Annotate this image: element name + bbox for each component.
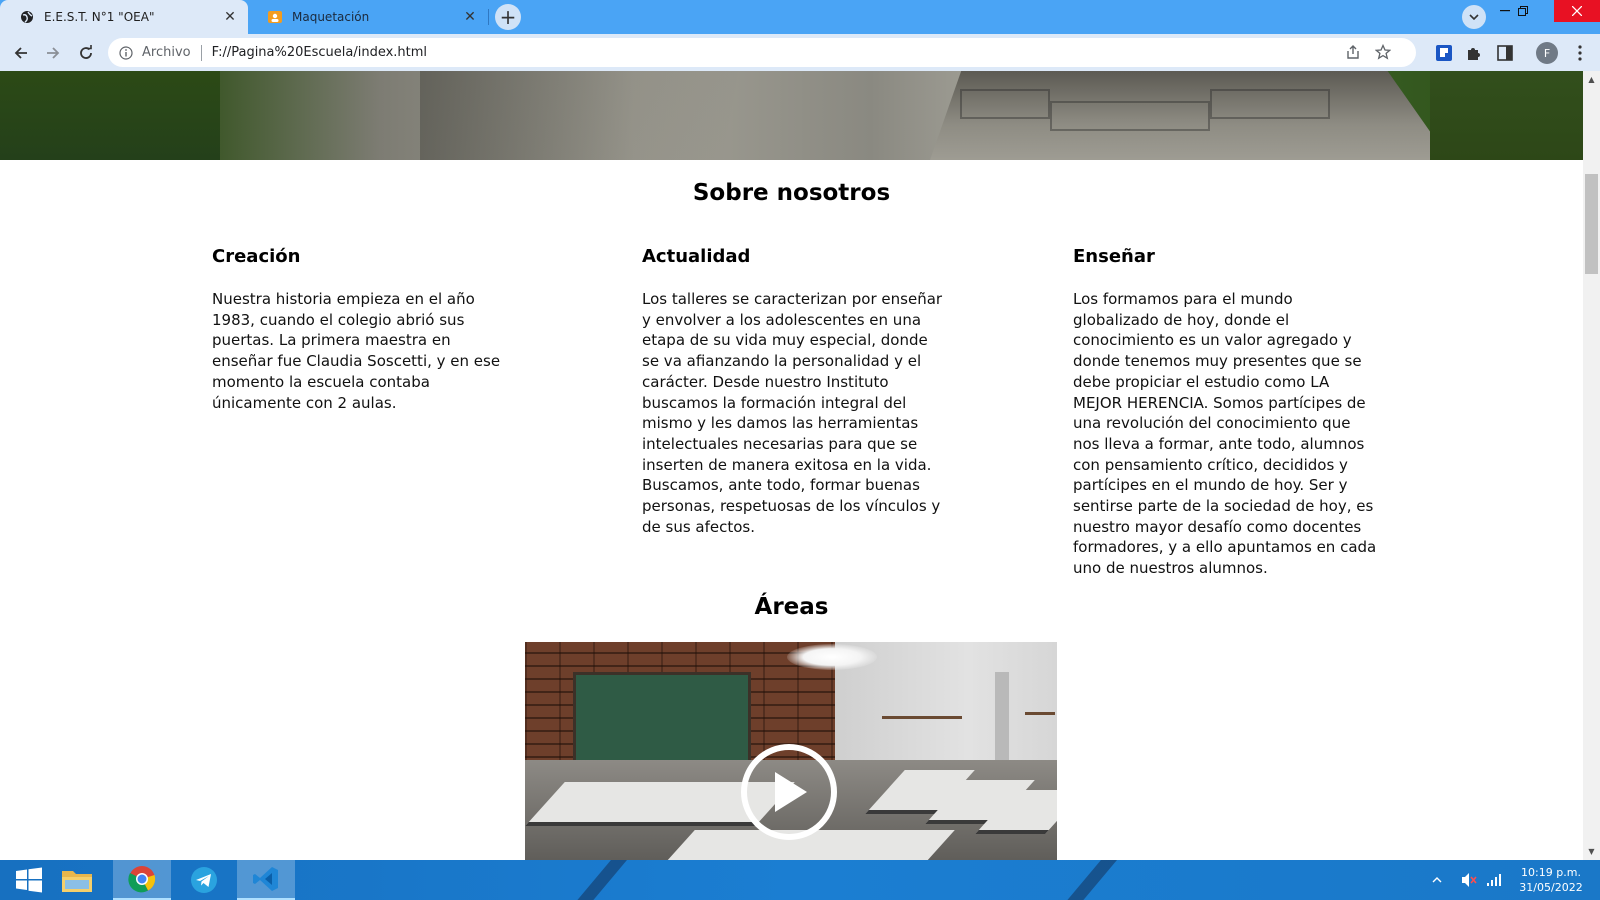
- windows-taskbar: 10:19 p.m. 31/05/2022: [0, 860, 1600, 900]
- file-explorer-button[interactable]: [48, 860, 106, 900]
- hero-tile: [1050, 101, 1210, 131]
- video-coat-hooks: [1025, 712, 1055, 715]
- tray-overflow-icon[interactable]: [1432, 860, 1442, 900]
- volume-muted-icon[interactable]: [1460, 860, 1478, 900]
- hero-grass-right: [1430, 71, 1583, 160]
- close-window-button[interactable]: [1554, 0, 1600, 22]
- video-chalkboard: [573, 672, 751, 764]
- chrome-icon: [128, 866, 156, 893]
- url-text[interactable]: F://Pagina%20Escuela/index.html: [212, 45, 1416, 60]
- hero-tile: [960, 89, 1050, 119]
- scroll-down-arrow-icon[interactable]: ▼: [1583, 843, 1600, 860]
- globe-icon: [20, 10, 34, 24]
- arrow-left-icon: [14, 47, 27, 59]
- scroll-thumb[interactable]: [1585, 174, 1598, 274]
- hero-grass-left: [0, 71, 220, 160]
- play-icon: [775, 772, 807, 812]
- browser-toolbar: Archivo F://Pagina%20Escuela/index.html …: [0, 34, 1600, 71]
- telegram-icon: [191, 867, 217, 893]
- play-button[interactable]: [741, 744, 837, 840]
- about-column-actualidad: Actualidad Los talleres se caracterizan …: [642, 246, 952, 537]
- areas-title: Áreas: [754, 594, 829, 620]
- close-tab-icon[interactable]: ✕: [462, 9, 478, 25]
- bookmark-star-icon[interactable]: [1374, 43, 1392, 61]
- about-column-creacion: Creación Nuestra historia empieza en el …: [212, 246, 522, 413]
- system-clock[interactable]: 10:19 p.m. 31/05/2022: [1506, 865, 1596, 895]
- classroom-icon: [268, 10, 282, 24]
- network-signal-icon[interactable]: [1486, 860, 1502, 900]
- column-text: Los formamos para el mundo globalizado d…: [1073, 290, 1377, 578]
- video-coat-hooks: [882, 716, 962, 719]
- scroll-up-arrow-icon[interactable]: ▲: [1583, 71, 1600, 88]
- omnibox-divider: [200, 44, 202, 61]
- areas-video[interactable]: [525, 642, 1057, 860]
- tab-separator: [488, 9, 489, 25]
- tab-title: Maquetación: [292, 10, 370, 24]
- chrome-taskbar-button[interactable]: [113, 860, 171, 900]
- tab-eest[interactable]: E.E.S.T. N°1 "OEA" ✕: [0, 0, 248, 34]
- address-bar[interactable]: Archivo F://Pagina%20Escuela/index.html: [108, 38, 1416, 67]
- puzzle-icon[interactable]: [1464, 43, 1484, 63]
- hero-tile: [1210, 89, 1330, 119]
- clock-date: 31/05/2022: [1519, 881, 1583, 894]
- close-icon: [1572, 6, 1582, 16]
- arrow-right-icon: [47, 47, 60, 59]
- profile-avatar[interactable]: F: [1536, 42, 1558, 64]
- share-icon[interactable]: [1344, 43, 1362, 61]
- tab-title: E.E.S.T. N°1 "OEA": [44, 10, 155, 24]
- hero-shade: [420, 71, 940, 160]
- forward-button[interactable]: [40, 40, 66, 66]
- restore-button[interactable]: [1508, 0, 1538, 22]
- close-tab-icon[interactable]: ✕: [222, 9, 238, 25]
- telegram-button[interactable]: [175, 860, 233, 900]
- tab-maquetacion[interactable]: Maquetación ✕: [248, 0, 488, 34]
- column-heading: Actualidad: [642, 246, 751, 267]
- wallpaper-streak: [1050, 860, 1126, 900]
- column-heading: Enseñar: [1073, 246, 1155, 267]
- windows-logo-icon: [16, 867, 42, 893]
- chevron-down-icon: [1469, 14, 1479, 20]
- column-heading: Creación: [212, 246, 301, 267]
- about-column-ensenar: Enseñar Los formamos para el mundo globa…: [1073, 246, 1383, 579]
- hero-image: [0, 71, 1583, 160]
- new-tab-button[interactable]: +: [495, 4, 521, 30]
- scheme-label: Archivo: [142, 45, 191, 60]
- reload-button[interactable]: [73, 40, 99, 66]
- extension-translate-icon[interactable]: [1434, 43, 1454, 63]
- column-text: Los talleres se caracterizan por enseñar…: [642, 290, 943, 536]
- page-viewport: Sobre nosotros Creación Nuestra historia…: [0, 71, 1583, 860]
- vscode-taskbar-button[interactable]: [237, 860, 295, 900]
- about-title: Sobre nosotros: [692, 180, 891, 206]
- column-text: Nuestra historia empieza en el año 1983,…: [212, 290, 501, 412]
- clock-time: 10:19 p.m.: [1521, 866, 1581, 879]
- browser-tab-strip: E.E.S.T. N°1 "OEA" ✕ Maquetación ✕ +: [0, 0, 1600, 34]
- menu-kebab-icon[interactable]: [1570, 43, 1590, 63]
- info-icon[interactable]: [118, 45, 134, 61]
- reload-icon: [80, 45, 92, 59]
- side-panel-icon[interactable]: [1495, 43, 1515, 63]
- video-ceiling-light: [787, 644, 877, 670]
- page-scrollbar[interactable]: ▲ ▼: [1583, 71, 1600, 860]
- wallpaper-streak: [560, 860, 636, 900]
- folder-icon: [62, 871, 92, 892]
- restore-icon: [1518, 6, 1528, 16]
- back-button[interactable]: [8, 40, 34, 66]
- vscode-icon: [253, 867, 278, 891]
